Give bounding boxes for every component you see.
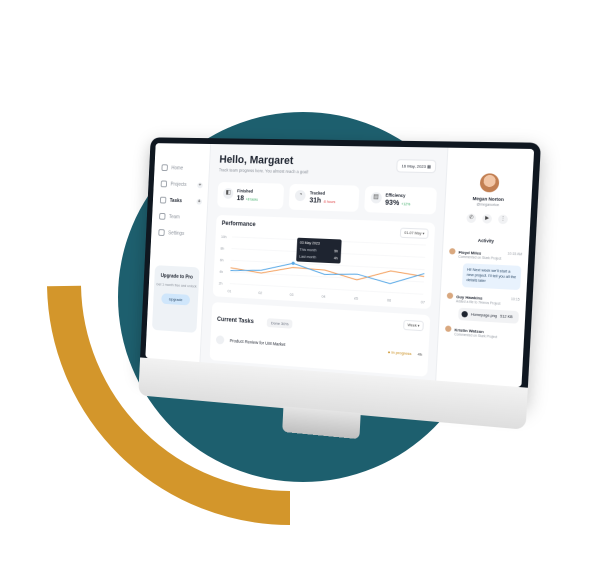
- x-tick-label: 04: [321, 295, 325, 299]
- chart-point[interactable]: [291, 261, 295, 265]
- y-tick-label: 4h: [219, 270, 223, 274]
- tooltip-label: 03 May 2023: [300, 241, 320, 246]
- tasks-icon: [159, 196, 167, 204]
- task-name: Product Review for UI8 Market: [229, 338, 286, 348]
- stat-card-efficiency: ▤ Efficiency 93% +12%: [363, 185, 438, 215]
- tooltip-label: This month: [299, 248, 316, 253]
- more-icon[interactable]: ⋮: [497, 214, 509, 225]
- tooltip-label: Last month: [299, 255, 316, 260]
- video-icon[interactable]: ▶: [482, 213, 493, 224]
- performance-card: Performance 01-07 May ▾ 10h 8h 6h 4h 2h 01 02 0…: [212, 214, 436, 310]
- message-bubble: Hi! Next week we'll start a new project.…: [461, 263, 522, 291]
- table-row[interactable]: Product Review for UI8 Market ● In progr…: [215, 335, 423, 359]
- range-selector[interactable]: 01-07 May ▾: [399, 227, 429, 239]
- sidebar-item-projects[interactable]: Projects +: [160, 180, 203, 188]
- plus-icon[interactable]: +: [197, 181, 203, 188]
- sidebar-item-settings[interactable]: Settings: [158, 229, 200, 237]
- file-icon: [461, 310, 468, 318]
- list-item: Guy Hawkins 10:15 Added a file to 7Heros …: [446, 292, 520, 324]
- dashboard-screen: Home Projects + Tasks + Team Settings Upgr…: [145, 143, 535, 388]
- y-tick-label: 8h: [220, 247, 224, 251]
- upgrade-button[interactable]: Upgrade: [161, 293, 190, 306]
- status-badge: ● In progress: [387, 349, 412, 357]
- tasks-title: Current Tasks: [216, 316, 254, 326]
- x-tick-label: 05: [354, 296, 358, 300]
- stat-card-tracked: ◔ Tracked 31h -6 hours: [288, 183, 360, 212]
- y-tick-label: 6h: [220, 258, 224, 262]
- performance-title: Performance: [221, 220, 256, 229]
- clock-icon: ◔: [295, 189, 307, 202]
- file-attachment[interactable]: Homepage.png 512 KB: [458, 307, 520, 324]
- upgrade-card: Upgrade to Pro Get 1 month free and unlo…: [151, 265, 200, 333]
- tooltip-value: 5h: [334, 249, 338, 253]
- y-tick-label: 2h: [219, 281, 223, 285]
- chart-tooltip: 03 May 2023 This month 5h Last month 4h: [296, 237, 342, 264]
- activity-title: Activity: [477, 237, 495, 244]
- date-picker[interactable]: 16 May, 2023 ▦: [396, 159, 437, 174]
- sidebar-item-tasks[interactable]: Tasks +: [159, 196, 203, 205]
- tooltip-value: 4h: [334, 256, 338, 260]
- upgrade-subtitle: Get 1 month free and unlock: [156, 282, 197, 289]
- tasks-progress-badge: Done 30%: [266, 318, 293, 329]
- x-tick-label: 03: [290, 293, 294, 297]
- avatar: [444, 325, 452, 333]
- performance-chart: 10h 8h 6h 4h 2h 01 02 03 04 05 06 07 03 May 2023 This…: [219, 235, 433, 305]
- list-item: Floyd Miles 10:15 AM Commented on Stark P…: [447, 248, 522, 291]
- avatar[interactable]: [479, 173, 500, 193]
- list-item: Kristin Watson Commented on Stark Projec…: [444, 325, 518, 340]
- chevron-down-icon: ▾: [422, 231, 425, 236]
- sidebar-item-home[interactable]: Home: [161, 164, 203, 172]
- x-tick-label: 06: [387, 298, 391, 302]
- phone-icon[interactable]: ✆: [466, 213, 477, 224]
- x-tick-label: 07: [421, 300, 425, 305]
- grid-line: [230, 272, 424, 282]
- plus-icon[interactable]: +: [196, 198, 203, 205]
- y-tick-label: 10h: [221, 235, 227, 239]
- x-tick-label: 02: [258, 291, 262, 295]
- upgrade-title: Upgrade to Pro: [160, 273, 193, 281]
- calendar-icon: ▦: [426, 163, 432, 170]
- main-content: Hello, Margaret Track team progress here…: [200, 144, 447, 380]
- task-hours: 4h: [417, 351, 423, 357]
- hero-illustration: Home Projects + Tasks + Team Settings Upgr…: [0, 0, 594, 586]
- stats-row: ◧ Finished 18 +8 tasks ◔ Tracked 31h -6 ho…: [217, 181, 438, 215]
- finished-icon: ◧: [222, 187, 234, 199]
- task-icon: [215, 335, 225, 345]
- efficiency-icon: ▤: [370, 192, 382, 204]
- gear-icon: [158, 229, 165, 237]
- profile-role: @meganorton: [476, 202, 500, 208]
- avatar: [449, 248, 456, 255]
- avatar: [446, 292, 454, 300]
- desktop-monitor: Home Projects + Tasks + Team Settings Upgr…: [137, 137, 542, 448]
- stat-card-finished: ◧ Finished 18 +8 tasks: [217, 181, 285, 210]
- profile-actions: ✆ ▶ ⋮: [451, 213, 524, 225]
- team-icon: [159, 212, 166, 220]
- period-selector[interactable]: Week ▾: [403, 319, 424, 332]
- folder-icon: [160, 180, 168, 188]
- sidebar-item-team[interactable]: Team: [159, 212, 201, 221]
- right-panel: Megan Norton @meganorton ✆ ▶ ⋮ Activity …: [435, 147, 535, 388]
- x-tick-label: 01: [227, 289, 231, 293]
- home-icon: [161, 164, 168, 172]
